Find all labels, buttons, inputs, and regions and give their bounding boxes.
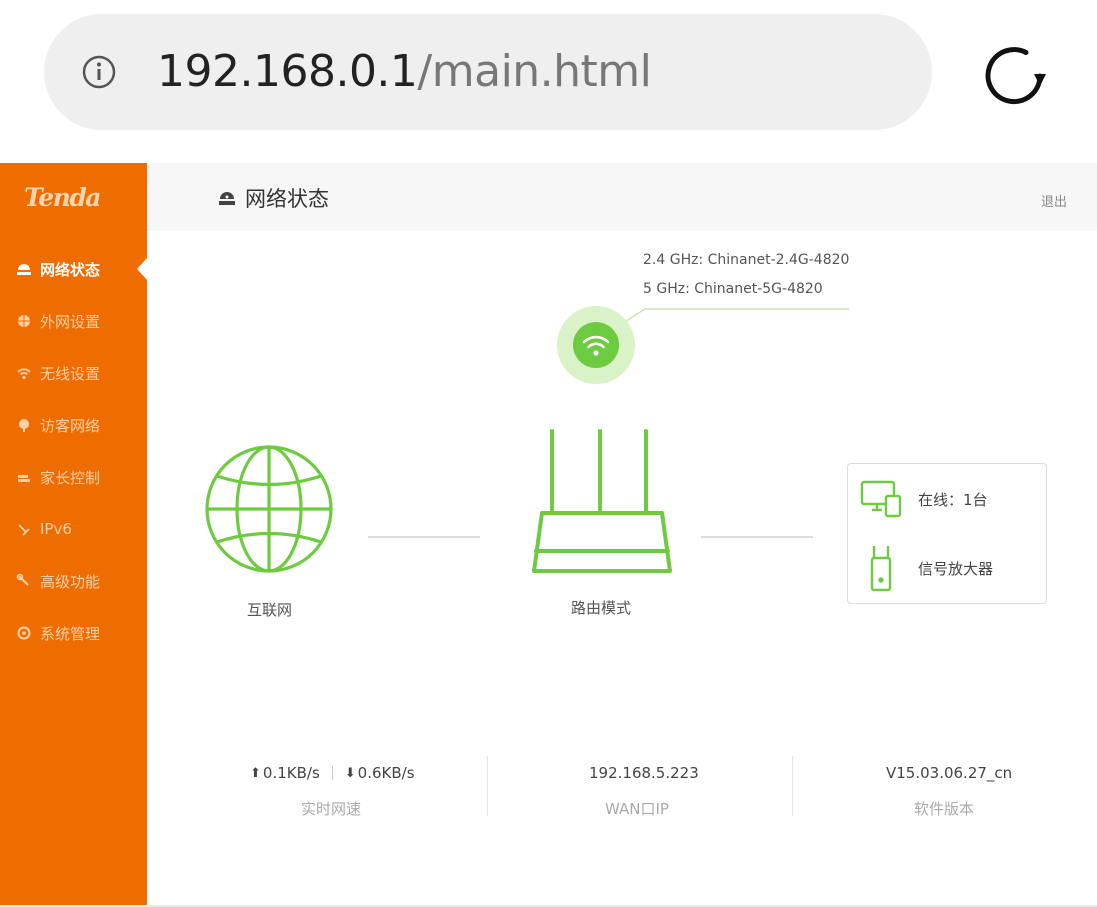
sidebar-item-label: 高级功能 [40, 572, 101, 591]
sidebar-item-parental-control[interactable]: 家长控制 [0, 451, 147, 503]
wifi-button[interactable] [556, 305, 636, 385]
sidebar-item-label: 网络状态 [40, 260, 101, 279]
sidebar-item-wireless-settings[interactable]: 无线设置 [0, 347, 147, 399]
internet-globe-icon[interactable] [203, 443, 335, 575]
reload-icon[interactable] [980, 44, 1052, 108]
sidebar-item-network-status[interactable]: 网络状态 [0, 243, 147, 295]
guest-icon [19, 419, 29, 432]
speed-separator [331, 766, 333, 780]
sidebar-item-label: 家长控制 [40, 468, 101, 487]
ipv6-icon [18, 524, 30, 536]
wan-ip-label: WAN口IP [605, 800, 669, 818]
sidebar-item-label: IPv6 [40, 520, 72, 538]
sidebar: Tenda 网络状态 外网设置 无线设置 访客网络 家长控制 IPv6 高级功能 [0, 163, 147, 907]
devices-panel[interactable]: 在线：1台 信号放大器 [847, 463, 1047, 604]
sidebar-item-guest-network[interactable]: 访客网络 [0, 399, 147, 451]
network-status-icon [17, 264, 31, 275]
tenda-logo: Tenda [24, 183, 102, 212]
ssid-24ghz: 2.4 GHz: Chinanet-2.4G-4820 [643, 252, 850, 268]
sidebar-item-system-management[interactable]: 系统管理 [0, 607, 147, 659]
page-title: 网络状态 [217, 183, 329, 213]
realtime-speed-values: ⬆ 0.1KB/s ⬇ 0.6KB/s [250, 764, 415, 782]
online-count: 在线：1台 [918, 490, 988, 509]
address-bar[interactable]: 192.168.0.1/main.html [44, 14, 932, 130]
online-devices-row[interactable]: 在线：1台 [860, 480, 988, 518]
page-title-text: 网络状态 [245, 187, 329, 211]
wifi-icon [17, 368, 31, 380]
sidebar-item-wan-settings[interactable]: 外网设置 [0, 295, 147, 347]
parental-icon [18, 475, 30, 482]
software-version-value: V15.03.06.27_cn [886, 764, 1013, 782]
network-status-icon [219, 192, 235, 205]
browser-bar: 192.168.0.1/main.html [0, 0, 1097, 163]
info-icon[interactable] [82, 55, 116, 89]
signal-extender-icon [870, 546, 892, 592]
url-host: 192.168.0.1 [157, 46, 418, 97]
ssid-connector [607, 308, 849, 334]
gear-icon [17, 626, 31, 640]
extender-row[interactable]: 信号放大器 [860, 544, 993, 592]
globe-icon [18, 315, 30, 327]
sidebar-item-label: 访客网络 [40, 416, 101, 435]
internet-router-connector [368, 536, 480, 538]
ssid-5ghz: 5 GHz: Chinanet-5G-4820 [643, 281, 823, 297]
router-mode-label: 路由模式 [571, 599, 632, 617]
logout-link[interactable]: 退出 [1041, 191, 1067, 210]
upload-arrow-icon: ⬆ [250, 765, 261, 781]
sidebar-item-advanced[interactable]: 高级功能 [0, 555, 147, 607]
upload-speed: 0.1KB/s [262, 764, 320, 782]
router-devices-connector [701, 536, 813, 538]
extender-label: 信号放大器 [918, 559, 994, 578]
sidebar-nav: 网络状态 外网设置 无线设置 访客网络 家长控制 IPv6 高级功能 系统管理 [0, 243, 147, 659]
download-arrow-icon: ⬇ [344, 765, 356, 781]
stats-divider [487, 756, 488, 816]
sidebar-item-ipv6[interactable]: IPv6 [0, 503, 147, 555]
router-icon[interactable] [530, 427, 674, 577]
software-version-label: 软件版本 [914, 800, 975, 818]
main-content: 网络状态 退出 2.4 GHz: Chinanet-2.4G-4820 5 GH… [147, 163, 1097, 905]
download-speed: 0.6KB/s [357, 764, 415, 782]
sidebar-item-label: 系统管理 [40, 624, 101, 643]
stats-divider [792, 756, 793, 816]
internet-label: 互联网 [247, 601, 293, 619]
wrench-icon [16, 573, 29, 586]
sidebar-item-label: 无线设置 [40, 364, 101, 383]
devices-icon [860, 480, 902, 518]
url-text[interactable]: 192.168.0.1/main.html [157, 44, 652, 100]
realtime-speed-label: 实时网速 [301, 800, 362, 818]
sidebar-item-label: 外网设置 [40, 312, 101, 331]
url-path: /main.html [417, 46, 652, 97]
main-header: 网络状态 退出 [147, 163, 1097, 231]
wan-ip-value: 192.168.5.223 [589, 764, 699, 782]
